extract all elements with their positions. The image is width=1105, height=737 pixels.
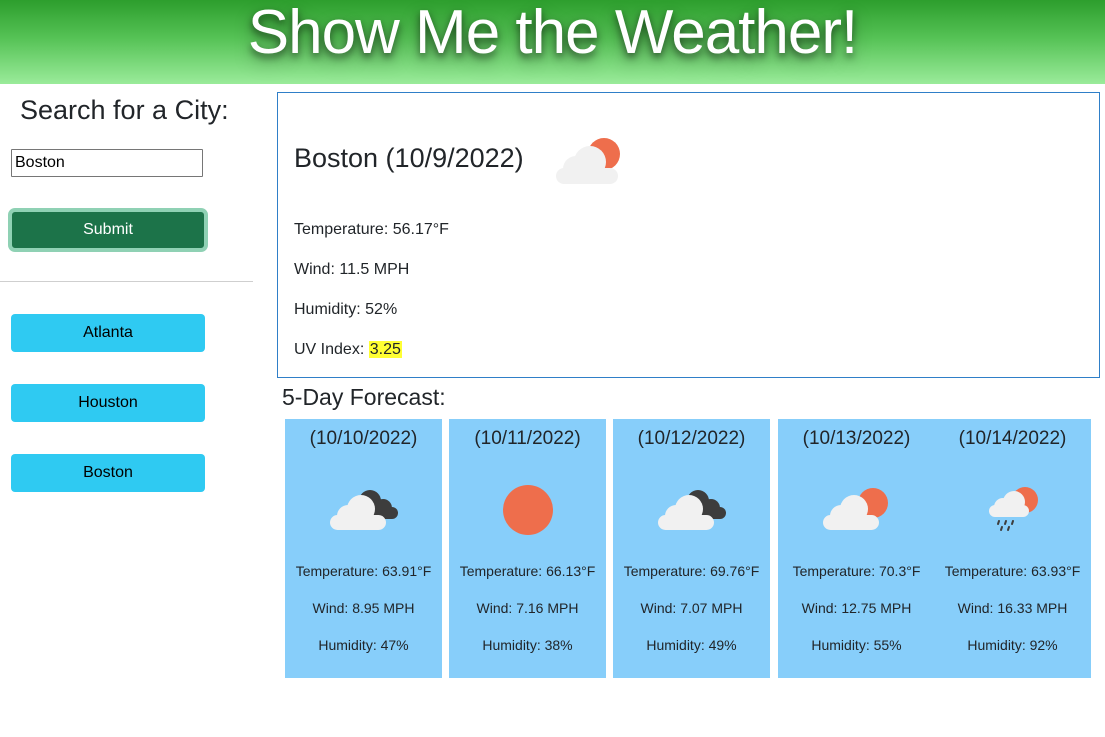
current-humidity: Humidity: 52% [294,301,398,318]
forecast-card: (10/14/2022) Temperature: 63.93°F Wind: … [934,419,1091,678]
forecast-card: (10/13/2022) Temperature: 70.3°F Wind: 1… [778,419,935,678]
partly-cloudy-icon [822,488,888,530]
forecast-wind: Wind: 16.33 MPH [957,600,1068,616]
forecast-date: (10/11/2022) [474,428,581,449]
forecast-card: (10/10/2022) Temperature: 63.91°F Wind: … [285,419,442,678]
forecast-humidity: Humidity: 55% [811,637,902,653]
partly-cloudy-icon [556,138,620,184]
page-title: Show Me the Weather! [247,0,859,67]
forecast-temperature: Temperature: 63.91°F [295,563,432,579]
history-button-houston[interactable]: Houston [11,384,205,422]
forecast-date: (10/13/2022) [802,428,911,449]
current-wind: Wind: 11.5 MPH [294,261,410,278]
divider [0,281,253,282]
forecast-humidity: Humidity: 47% [318,637,409,653]
rain-sun-icon [988,487,1038,531]
city-search-input[interactable] [11,149,203,177]
history-button-atlanta[interactable]: Atlanta [11,314,205,352]
search-sidebar: Search for a City: Submit Atlanta Housto… [0,84,254,737]
forecast-wind: Wind: 12.75 MPH [801,600,912,616]
clear-sun-icon [502,485,553,535]
page-header: Show Me the Weather! [0,0,1105,84]
current-uv-index: UV Index: 3.25 [294,341,402,358]
submit-button[interactable]: Submit [8,208,208,252]
forecast-humidity: Humidity: 38% [482,637,573,653]
forecast-wind: Wind: 7.16 MPH [476,600,579,616]
forecast-wind: Wind: 7.07 MPH [640,600,743,616]
current-temperature: Temperature: 56.17°F [294,221,449,238]
history-button-boston[interactable]: Boston [11,454,205,492]
forecast-humidity: Humidity: 49% [646,637,737,653]
current-weather-panel: Boston (10/9/2022) Temperature: 56.17°F … [277,92,1100,378]
forecast-date: (10/10/2022) [309,428,418,449]
forecast-title: 5-Day Forecast: [282,384,446,410]
forecast-temperature: Temperature: 69.76°F [623,563,760,579]
forecast-card: (10/11/2022) Temperature: 66.13°F Wind: … [449,419,606,678]
forecast-humidity: Humidity: 92% [967,637,1058,653]
forecast-date: (10/14/2022) [958,428,1067,449]
search-title: Search for a City: [20,95,229,125]
forecast-temperature: Temperature: 70.3°F [792,563,921,579]
current-city-title: Boston (10/9/2022) [294,143,524,173]
forecast-date: (10/12/2022) [637,428,746,449]
broken-clouds-icon [329,490,398,530]
forecast-temperature: Temperature: 63.93°F [944,563,1081,579]
uv-index-badge: 3.25 [368,341,402,358]
broken-clouds-icon [657,490,726,530]
forecast-temperature: Temperature: 66.13°F [459,563,596,579]
forecast-wind: Wind: 8.95 MPH [312,600,415,616]
forecast-card: (10/12/2022) Temperature: 69.76°F Wind: … [613,419,770,678]
